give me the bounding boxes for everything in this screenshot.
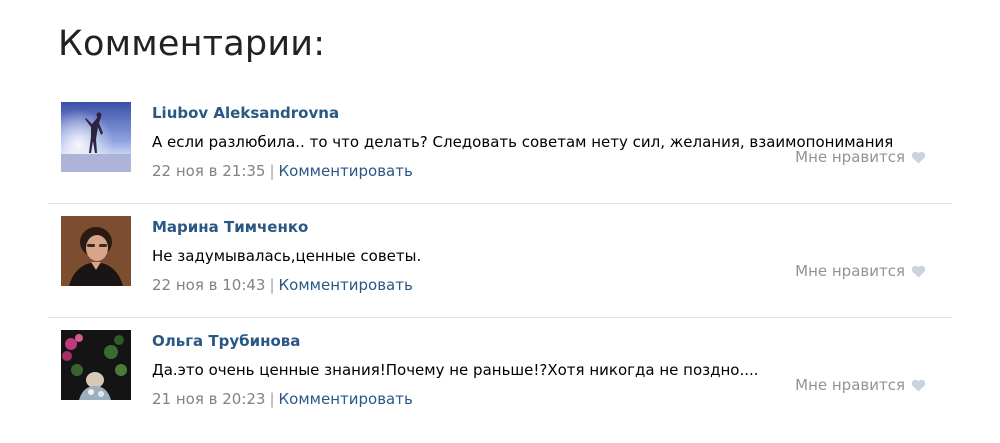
avatar[interactable] <box>61 102 131 172</box>
avatar-image <box>61 330 131 400</box>
comment-author-link[interactable]: Марина Тимченко <box>152 217 308 237</box>
comment-item: Liubov Aleksandrovna А если разлюбила.. … <box>48 90 952 204</box>
avatar[interactable] <box>61 330 131 400</box>
meta-separator: | <box>269 390 275 408</box>
avatar-image <box>61 102 131 172</box>
avatar[interactable] <box>61 216 131 286</box>
like-button[interactable]: Мне нравится <box>795 261 926 281</box>
avatar-image <box>61 216 131 286</box>
comment-body: Ольга Трубинова Да.это очень ценные знан… <box>152 331 952 409</box>
like-label: Мне нравится <box>795 148 905 166</box>
comment-item: Ольга Трубинова Да.это очень ценные знан… <box>48 318 952 432</box>
like-button[interactable]: Мне нравится <box>795 375 926 395</box>
like-button[interactable]: Мне нравится <box>795 147 926 167</box>
heart-icon <box>911 151 926 164</box>
comment-body: Liubov Aleksandrovna А если разлюбила.. … <box>152 103 952 181</box>
meta-separator: | <box>269 276 275 294</box>
like-label: Мне нравится <box>795 376 905 394</box>
heart-icon <box>911 265 926 278</box>
comment-date[interactable]: 22 ноя в 21:35 <box>152 162 265 180</box>
comments-list: Liubov Aleksandrovna А если разлюбила.. … <box>48 90 952 432</box>
reply-link[interactable]: Комментировать <box>279 162 413 180</box>
heart-icon <box>911 379 926 392</box>
comment-date[interactable]: 21 ноя в 20:23 <box>152 390 265 408</box>
comment-body: Марина Тимченко Не задумывалась,ценные с… <box>152 217 952 295</box>
comment-author-link[interactable]: Ольга Трубинова <box>152 331 300 351</box>
comment-item: Марина Тимченко Не задумывалась,ценные с… <box>48 204 952 318</box>
reply-link[interactable]: Комментировать <box>279 276 413 294</box>
reply-link[interactable]: Комментировать <box>279 390 413 408</box>
page-title: Комментарии: <box>58 24 326 64</box>
meta-separator: | <box>269 162 275 180</box>
comment-date[interactable]: 22 ноя в 10:43 <box>152 276 265 294</box>
like-label: Мне нравится <box>795 262 905 280</box>
comment-author-link[interactable]: Liubov Aleksandrovna <box>152 103 339 123</box>
